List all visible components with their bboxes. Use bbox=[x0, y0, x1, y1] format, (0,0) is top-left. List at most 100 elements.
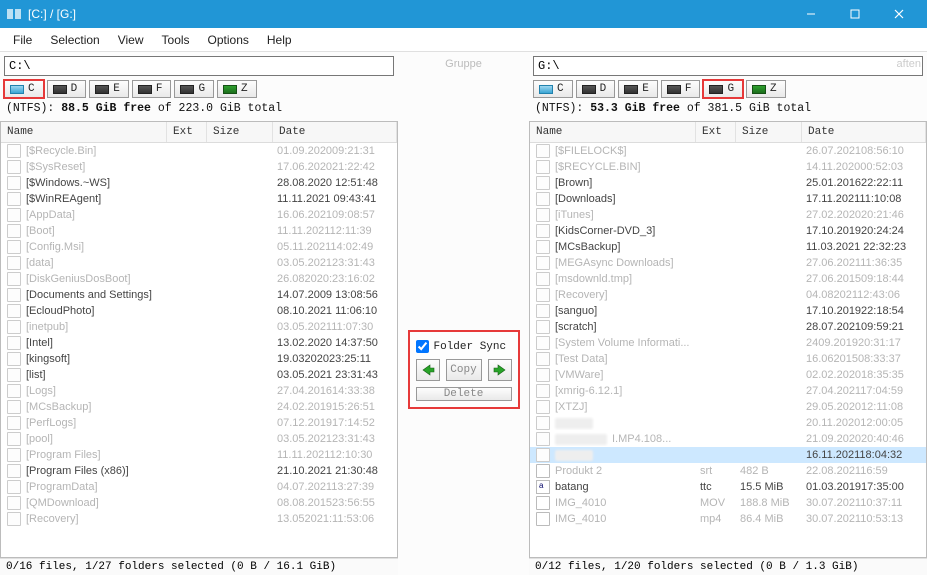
table-row[interactable]: [MEGAsync Downloads]27.06.202111:36:35 bbox=[530, 255, 926, 271]
table-row[interactable]: [Downloads]17.11.202111:10:08 bbox=[530, 191, 926, 207]
table-row[interactable]: [QMDownload]08.08.201523:56:55 bbox=[1, 495, 397, 511]
col-size[interactable]: Size bbox=[736, 122, 802, 142]
col-ext[interactable]: Ext bbox=[167, 122, 207, 142]
table-row[interactable]: [Documents and Settings]14.07.2009 13:08… bbox=[1, 287, 397, 303]
col-name[interactable]: Name bbox=[1, 122, 167, 142]
folder-sync-check[interactable]: Folder Sync bbox=[416, 340, 512, 353]
drive-button-d[interactable]: D bbox=[47, 80, 87, 98]
table-row[interactable]: [VMWare]02.02.202018:35:35 bbox=[530, 367, 926, 383]
table-row[interactable]: [Config.Msi]05.11.202114:02:49 bbox=[1, 239, 397, 255]
col-date[interactable]: Date bbox=[273, 122, 397, 142]
center-pane: Gruppe Folder Sync Copy Delete bbox=[398, 52, 529, 575]
table-row[interactable]: [$WinREAgent]11.11.2021 09:43:41 bbox=[1, 191, 397, 207]
table-row[interactable]: [XTZJ]29.05.202012:11:08 bbox=[530, 399, 926, 415]
close-button[interactable] bbox=[877, 0, 921, 28]
menu-selection[interactable]: Selection bbox=[41, 33, 108, 47]
table-row[interactable]: [DiskGeniusDosBoot]26.082020:23:16:02 bbox=[1, 271, 397, 287]
minimize-button[interactable] bbox=[789, 0, 833, 28]
row-name: [data] bbox=[26, 257, 54, 269]
folder-icon bbox=[536, 272, 550, 286]
table-row[interactable]: [Boot]11.11.202112:11:39 bbox=[1, 223, 397, 239]
table-row[interactable]: IMG_4010MOV188.8 MiB30.07.202110:37:11 bbox=[530, 495, 926, 511]
table-row[interactable]: batangttc15.5 MiB01.03.201917:35:00 bbox=[530, 479, 926, 495]
table-row[interactable]: [PerfLogs]07.12.201917:14:52 bbox=[1, 415, 397, 431]
drive-button-c[interactable]: C bbox=[4, 80, 44, 98]
menu-help[interactable]: Help bbox=[258, 33, 301, 47]
table-row[interactable]: [Recovery]13.052021:11:53:06 bbox=[1, 511, 397, 527]
col-ext[interactable]: Ext bbox=[696, 122, 736, 142]
drive-letter: D bbox=[600, 83, 607, 95]
table-row[interactable]: [MCsBackup]24.02.201915:26:51 bbox=[1, 399, 397, 415]
row-name: IMG_4010 bbox=[555, 513, 606, 525]
table-row[interactable]: [inetpub]03.05.202111:07:30 bbox=[1, 319, 397, 335]
row-name: [Program Files (x86)] bbox=[26, 465, 129, 477]
drive-button-f[interactable]: F bbox=[132, 80, 172, 98]
col-size[interactable]: Size bbox=[207, 122, 273, 142]
right-status: 0/12 files, 1/20 folders selected (0 B /… bbox=[529, 558, 927, 575]
table-row[interactable]: 20.11.202012:00:05 bbox=[530, 415, 926, 431]
drive-button-z[interactable]: Z bbox=[217, 80, 257, 98]
copy-button[interactable]: Copy bbox=[446, 359, 482, 381]
table-row[interactable]: [sanguo]17.10.201922:18:54 bbox=[530, 303, 926, 319]
drive-button-z[interactable]: Z bbox=[746, 80, 786, 98]
table-row[interactable]: I.MP4.108...21.09.202020:40:46 bbox=[530, 431, 926, 447]
table-row[interactable]: [scratch]28.07.202109:59:21 bbox=[530, 319, 926, 335]
right-path-input[interactable] bbox=[533, 56, 923, 76]
left-filelist-body[interactable]: [$Recycle.Bin]01.09.202009:21:31[$SysRes… bbox=[1, 143, 397, 557]
folder-icon bbox=[7, 176, 21, 190]
folder-icon bbox=[536, 416, 550, 430]
table-row[interactable]: [Program Files (x86)]21.10.2021 21:30:48 bbox=[1, 463, 397, 479]
table-row[interactable]: [$RECYCLE.BIN]14.11.202000:52:03 bbox=[530, 159, 926, 175]
table-row[interactable]: [Logs]27.04.201614:33:38 bbox=[1, 383, 397, 399]
table-row[interactable]: [MCsBackup]11.03.2021 22:32:23 bbox=[530, 239, 926, 255]
drive-button-g[interactable]: G bbox=[174, 80, 214, 98]
table-row[interactable]: [$SysReset]17.06.202021:22:42 bbox=[1, 159, 397, 175]
menu-tools[interactable]: Tools bbox=[153, 33, 199, 47]
table-row[interactable]: [Test Data]16.06201508:33:37 bbox=[530, 351, 926, 367]
table-row[interactable]: 16.11.202118:04:32 bbox=[530, 447, 926, 463]
table-row[interactable]: [Program Files]11.11.202112:10:30 bbox=[1, 447, 397, 463]
table-row[interactable]: [pool]03.05.202123:31:43 bbox=[1, 431, 397, 447]
table-row[interactable]: [list]03.05.2021 23:31:43 bbox=[1, 367, 397, 383]
drive-button-g[interactable]: G bbox=[703, 80, 743, 98]
table-row[interactable]: [kingsoft]19.03202023:25:11 bbox=[1, 351, 397, 367]
table-row[interactable]: [Brown]25.01.201622:22:11 bbox=[530, 175, 926, 191]
copy-left-button[interactable] bbox=[416, 359, 440, 381]
table-row[interactable]: [$Recycle.Bin]01.09.202009:21:31 bbox=[1, 143, 397, 159]
table-row[interactable]: [$Windows.~WS]28.08.2020 12:51:48 bbox=[1, 175, 397, 191]
copy-right-button[interactable] bbox=[488, 359, 512, 381]
table-row[interactable]: [xmrig-6.12.1]27.04.202117:04:59 bbox=[530, 383, 926, 399]
titlebar: [C:] / [G:] bbox=[0, 0, 927, 28]
table-row[interactable]: [Recovery]04.08202112:43:06 bbox=[530, 287, 926, 303]
menu-file[interactable]: File bbox=[4, 33, 41, 47]
drive-button-e[interactable]: E bbox=[618, 80, 658, 98]
drive-letter: Z bbox=[770, 83, 777, 95]
table-row[interactable]: [System Volume Informati...2409.201920:3… bbox=[530, 335, 926, 351]
right-filelist-body[interactable]: [$FILELOCK$]26.07.202108:56:10[$RECYCLE.… bbox=[530, 143, 926, 557]
folder-icon bbox=[536, 208, 550, 222]
col-name[interactable]: Name bbox=[530, 122, 696, 142]
table-row[interactable]: [iTunes]27.02.202020:21:46 bbox=[530, 207, 926, 223]
table-row[interactable]: [AppData]16.06.202109:08:57 bbox=[1, 207, 397, 223]
table-row[interactable]: [KidsCorner-DVD_3]17.10.201920:24:24 bbox=[530, 223, 926, 239]
drive-button-e[interactable]: E bbox=[89, 80, 129, 98]
row-date: 25.01.201622:22:11 bbox=[802, 177, 926, 189]
menu-view[interactable]: View bbox=[109, 33, 153, 47]
table-row[interactable]: [data]03.05.202123:31:43 bbox=[1, 255, 397, 271]
col-date[interactable]: Date bbox=[802, 122, 926, 142]
drive-button-c[interactable]: C bbox=[533, 80, 573, 98]
table-row[interactable]: [$FILELOCK$]26.07.202108:56:10 bbox=[530, 143, 926, 159]
drive-button-f[interactable]: F bbox=[661, 80, 701, 98]
left-path-input[interactable] bbox=[4, 56, 394, 76]
maximize-button[interactable] bbox=[833, 0, 877, 28]
table-row[interactable]: [ProgramData]04.07.202113:27:39 bbox=[1, 479, 397, 495]
table-row[interactable]: Produkt 2srt482 B22.08.202116:59 bbox=[530, 463, 926, 479]
drive-button-d[interactable]: D bbox=[576, 80, 616, 98]
table-row[interactable]: [EcloudPhoto]08.10.2021 11:06:10 bbox=[1, 303, 397, 319]
table-row[interactable]: [Intel]13.02.2020 14:37:50 bbox=[1, 335, 397, 351]
delete-button[interactable]: Delete bbox=[416, 387, 512, 401]
menu-options[interactable]: Options bbox=[199, 33, 258, 47]
table-row[interactable]: [msdownld.tmp]27.06.201509:18:44 bbox=[530, 271, 926, 287]
folder-sync-checkbox[interactable] bbox=[416, 340, 429, 353]
table-row[interactable]: IMG_4010mp486.4 MiB30.07.202110:53:13 bbox=[530, 511, 926, 527]
